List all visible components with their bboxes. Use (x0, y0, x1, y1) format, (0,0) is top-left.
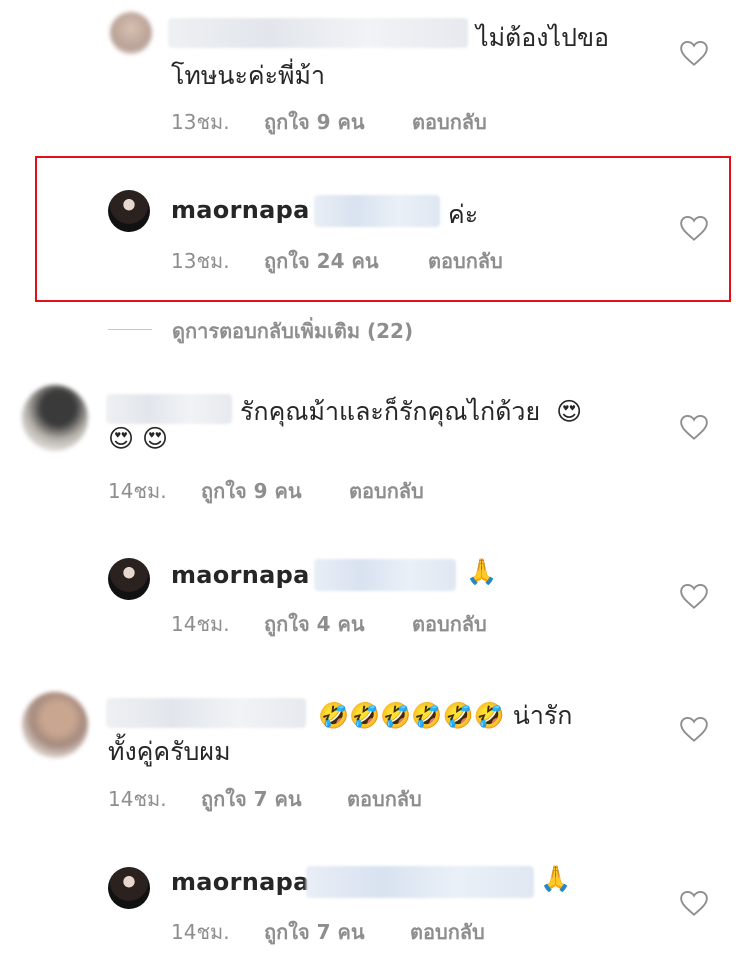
blurred-mention[interactable] (306, 866, 534, 898)
comment-meta: 14ชม. ถูกใจ 7 คน ตอบกลับ (171, 916, 571, 944)
comment-reply-2: maornapa ค่ะ 13ชม. ถูกใจ 24 คน ตอบกลับ (0, 185, 750, 285)
comment-5: 🤣🤣🤣🤣🤣🤣 น่ารัก ทั้งคู่ครับผม 14ชม. ถูกใจ … (0, 690, 750, 820)
pray-emoji: 🙏 (466, 557, 498, 586)
reply-button[interactable]: ตอบกลับ (412, 106, 487, 138)
comment-reply-6: maornapa 🙏 14ชม. ถูกใจ 7 คน ตอบกลับ (0, 862, 750, 962)
reply-button[interactable]: ตอบกลับ (428, 245, 503, 277)
likes-count[interactable]: ถูกใจ 9 คน (264, 106, 365, 138)
likes-count[interactable]: ถูกใจ 9 คน (201, 475, 302, 507)
divider-line (108, 329, 152, 330)
comment-3: รักคุณม้าและก็รักคุณไก่ด้วย 😍 😍 😍 14ชม. … (0, 380, 750, 510)
comment-text-line2: ทั้งคู่ครับผม (108, 737, 231, 766)
heart-icon[interactable] (680, 414, 708, 440)
view-more-replies-label[interactable]: ดูการตอบกลับเพิ่มเติม (22) (172, 315, 413, 347)
avatar[interactable] (108, 867, 150, 909)
comment-meta: 14ชม. ถูกใจ 9 คน ตอบกลับ (108, 475, 508, 503)
comment-emoji-line: 😍 😍 (108, 424, 169, 453)
comment-text-line1: ไม่ต้องไปขอ (476, 23, 610, 52)
avatar[interactable] (22, 385, 88, 451)
comment-text-line2: โทษนะค่ะพี่ม้า (171, 61, 326, 90)
likes-count[interactable]: ถูกใจ 7 คน (264, 916, 365, 948)
username[interactable]: maornapa (171, 868, 310, 896)
rofl-emojis: 🤣🤣🤣🤣🤣🤣 (318, 701, 505, 730)
reply-button[interactable]: ตอบกลับ (349, 475, 424, 507)
comment-meta: 13ชม. ถูกใจ 24 คน ตอบกลับ (171, 245, 591, 273)
comment-text: 🤣🤣🤣🤣🤣🤣 น่ารัก (318, 696, 572, 736)
pray-emoji: 🙏 (540, 864, 572, 893)
comment-text: ค่ะ (448, 200, 479, 229)
username[interactable]: maornapa (171, 196, 310, 224)
heart-icon[interactable] (680, 215, 708, 241)
timestamp: 14ชม. (171, 920, 230, 944)
likes-count[interactable]: ถูกใจ 4 คน (264, 608, 365, 640)
comment-text-line1: น่ารัก (512, 701, 573, 730)
timestamp: 14ชม. (108, 479, 167, 503)
avatar[interactable] (110, 12, 152, 54)
likes-count[interactable]: ถูกใจ 7 คน (201, 783, 302, 815)
heart-icon[interactable] (680, 716, 708, 742)
timestamp: 13ชม. (171, 249, 230, 273)
avatar[interactable] (108, 558, 150, 600)
blurred-username[interactable] (106, 698, 306, 728)
view-more-replies[interactable]: ดูการตอบกลับเพิ่มเติม (22) (108, 315, 508, 343)
blurred-username[interactable] (168, 18, 468, 48)
comment-text: รักคุณม้าและก็รักคุณไก่ด้วย 😍 (240, 392, 582, 432)
comment-reply-1: ไม่ต้องไปขอ โทษนะค่ะพี่ม้า 13ชม. ถูกใจ 9… (0, 0, 750, 150)
reply-button[interactable]: ตอบกลับ (410, 916, 485, 948)
username[interactable]: maornapa (171, 561, 310, 589)
heart-icon[interactable] (680, 583, 708, 609)
blurred-mention[interactable] (314, 559, 456, 591)
heart-icon[interactable] (680, 890, 708, 916)
avatar[interactable] (22, 692, 88, 758)
heart-icon[interactable] (680, 40, 708, 66)
timestamp: 14ชม. (171, 612, 230, 636)
likes-count[interactable]: ถูกใจ 24 คน (264, 245, 379, 277)
timestamp: 13ชม. (171, 110, 230, 134)
comment-meta: 13ชม. ถูกใจ 9 คน ตอบกลับ (171, 106, 571, 134)
avatar[interactable] (108, 190, 150, 232)
comment-reply-4: maornapa 🙏 14ชม. ถูกใจ 4 คน ตอบกลับ (0, 553, 750, 643)
timestamp: 14ชม. (108, 787, 167, 811)
reply-button[interactable]: ตอบกลับ (347, 783, 422, 815)
comment-meta: 14ชม. ถูกใจ 7 คน ตอบกลับ (108, 783, 508, 811)
reply-button[interactable]: ตอบกลับ (412, 608, 487, 640)
blurred-mention[interactable] (314, 195, 440, 227)
blurred-username[interactable] (106, 394, 232, 424)
heart-eyes-emoji: 😍 (556, 397, 583, 426)
comment-meta: 14ชม. ถูกใจ 4 คน ตอบกลับ (171, 608, 571, 636)
comment-text-body: รักคุณม้าและก็รักคุณไก่ด้วย (240, 397, 541, 426)
